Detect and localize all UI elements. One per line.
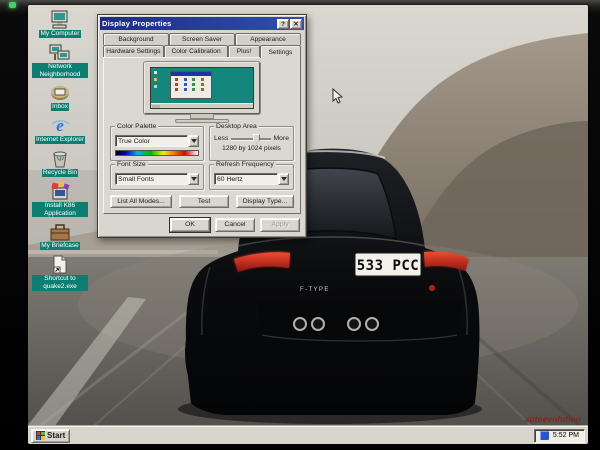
- preview-mini-window: [170, 71, 212, 99]
- font-size-select[interactable]: Small Fonts: [115, 173, 199, 185]
- refresh-frequency-select[interactable]: 60 Hertz: [214, 173, 289, 185]
- display-tray-icon[interactable]: [540, 431, 549, 440]
- help-button[interactable]: ?: [277, 19, 289, 29]
- refresh-frequency-group: Refresh Frequency 60 Hertz: [209, 164, 294, 190]
- monitor-preview: [108, 62, 296, 123]
- car-r-badge: [429, 285, 435, 291]
- icon-label: Install K86 Application: [32, 202, 88, 218]
- icon-label: Inbox: [51, 103, 69, 111]
- resolution-slider-thumb[interactable]: [253, 134, 260, 144]
- icon-label: Network Neighborhood: [32, 63, 88, 79]
- desktop-icon-my-briefcase[interactable]: My Briefcase: [31, 222, 89, 250]
- list-all-modes-button[interactable]: List All Modes...: [110, 195, 172, 208]
- tab-strip: Background Screen Saver Appearance Hardw…: [100, 30, 304, 57]
- desktop-icon-internet-explorer[interactable]: e Internet Explorer: [31, 116, 89, 144]
- tab-settings[interactable]: Settings: [260, 45, 301, 58]
- system-tray: 5:52 PM: [534, 429, 585, 443]
- desktop-icon-inbox[interactable]: Inbox: [31, 83, 89, 111]
- windows-flag-icon: [36, 431, 45, 440]
- display-type-button[interactable]: Display Type...: [236, 195, 294, 208]
- dialog-titlebar[interactable]: Display Properties ? ✕: [100, 17, 304, 30]
- internet-explorer-icon: e: [49, 116, 71, 135]
- icon-label: My Briefcase: [40, 242, 80, 250]
- apply-button[interactable]: Apply: [260, 218, 300, 232]
- font-size-label: Font Size: [115, 161, 148, 169]
- desktop-screen: 533 PCC F-TYPE autoevolution: [28, 5, 588, 444]
- refresh-frequency-label: Refresh Frequency: [214, 161, 276, 169]
- start-label: Start: [47, 431, 65, 440]
- car-badge-text: F-TYPE: [300, 287, 330, 293]
- desktop-icon-network-neighborhood[interactable]: Network Neighborhood: [31, 43, 89, 79]
- chevron-down-icon[interactable]: [188, 173, 199, 185]
- start-button[interactable]: Start: [31, 429, 70, 443]
- icon-label: Recycle Bin: [42, 169, 78, 177]
- settings-tab-page: Color Palette True Color Desktop Area Le…: [103, 57, 301, 214]
- desktop-icon-install-application[interactable]: Install K86 Application: [31, 182, 89, 218]
- monitor-preview-screen: [150, 67, 254, 109]
- font-size-value: Small Fonts: [115, 173, 188, 185]
- desktop-area-less-label: Less: [214, 135, 228, 142]
- power-led: [9, 2, 16, 8]
- briefcase-icon: [49, 222, 71, 241]
- icon-label: Shortcut to quake2.exe: [32, 275, 88, 291]
- desktop-area-label: Desktop Area: [214, 123, 259, 131]
- desktop-area-group: Desktop Area Less More 1280 by 1024 pixe…: [209, 126, 294, 161]
- desktop-icon-my-computer[interactable]: My Computer: [31, 10, 89, 38]
- svg-text:e: e: [56, 116, 64, 135]
- shortcut-file-icon: [51, 255, 69, 274]
- mouse-cursor: [332, 88, 343, 109]
- font-size-group: Font Size Small Fonts: [110, 164, 204, 190]
- tab-color-calibration[interactable]: Color Calibration: [164, 45, 229, 57]
- network-neighborhood-icon: [49, 43, 71, 62]
- install-application-icon: [49, 182, 71, 201]
- tab-plus[interactable]: Plus!: [228, 45, 259, 57]
- taskbar: Start 5:52 PM: [28, 426, 588, 444]
- license-plate: 533 PCC: [355, 253, 421, 276]
- color-palette-label: Color Palette: [115, 123, 158, 131]
- tab-hardware-settings[interactable]: Hardware Settings: [103, 45, 164, 57]
- color-palette-value: True Color: [115, 135, 188, 147]
- icon-label: My Computer: [39, 30, 80, 38]
- test-button[interactable]: Test: [179, 195, 229, 208]
- cancel-button[interactable]: Cancel: [215, 218, 255, 232]
- monitor-photo-frame: 533 PCC F-TYPE autoevolution: [0, 0, 600, 450]
- close-button[interactable]: ✕: [290, 19, 302, 29]
- license-plate-text: 533 PCC: [357, 258, 420, 274]
- inbox-icon: [49, 83, 71, 102]
- desktop-icon-recycle-bin[interactable]: Recycle Bin: [31, 149, 89, 177]
- tab-appearance[interactable]: Appearance: [235, 33, 301, 45]
- tray-clock[interactable]: 5:52 PM: [553, 432, 579, 439]
- chevron-down-icon[interactable]: [188, 135, 199, 147]
- ok-button[interactable]: OK: [170, 218, 210, 232]
- dialog-title: Display Properties: [102, 19, 171, 28]
- chevron-down-icon[interactable]: [278, 173, 289, 185]
- recycle-bin-icon: [50, 149, 70, 168]
- color-palette-group: Color Palette True Color: [110, 126, 204, 161]
- display-properties-dialog: Display Properties ? ✕ Background Screen…: [97, 14, 307, 238]
- desktop-icons: My Computer Network Neighborhood Inbox e…: [31, 10, 89, 296]
- tab-background[interactable]: Background: [103, 33, 169, 45]
- resolution-slider[interactable]: [231, 138, 270, 140]
- icon-label: Internet Explorer: [35, 136, 85, 144]
- color-palette-select[interactable]: True Color: [115, 135, 199, 147]
- my-computer-icon: [49, 10, 71, 29]
- preview-mini-taskbar: [151, 103, 253, 108]
- resolution-value: 1280 by 1024 pixels: [214, 145, 289, 152]
- tab-screen-saver[interactable]: Screen Saver: [169, 33, 235, 45]
- wallpaper-watermark: autoevolution: [525, 415, 581, 424]
- desktop-icon-shortcut-quake2[interactable]: Shortcut to quake2.exe: [31, 255, 89, 291]
- color-depth-preview-bar: [115, 150, 199, 156]
- desktop-area-more-label: More: [274, 135, 290, 142]
- monitor-preview-frame: [144, 62, 260, 114]
- refresh-frequency-value: 60 Hertz: [214, 173, 278, 185]
